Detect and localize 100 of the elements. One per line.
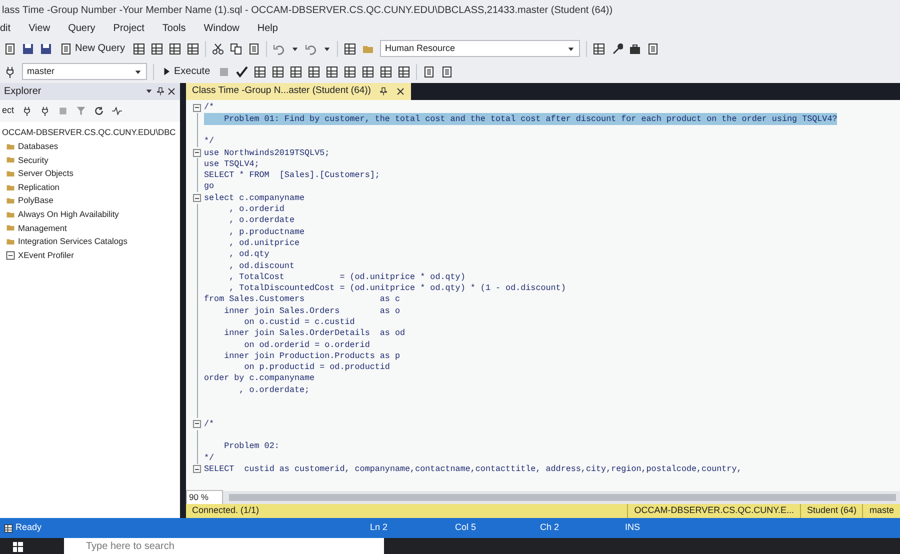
- connection-status: Connected. (1/1): [191, 504, 260, 518]
- caret-icon: [134, 68, 142, 76]
- code-line[interactable]: , o.orderdate;: [204, 384, 310, 396]
- new-file-icon[interactable]: [4, 42, 16, 54]
- checkmark-icon[interactable]: [236, 66, 248, 78]
- menu-item[interactable]: Window: [204, 21, 240, 37]
- code-line[interactable]: , p.productname: [204, 226, 305, 238]
- save-icon[interactable]: [22, 42, 34, 54]
- toolbox-icon[interactable]: [629, 42, 642, 54]
- pin-icon[interactable]: [378, 87, 388, 96]
- tree-item[interactable]: Replication: [18, 180, 60, 194]
- grid-icon[interactable]: [362, 66, 374, 78]
- document-icon: [60, 42, 72, 54]
- menu-item[interactable]: Query: [68, 21, 96, 37]
- new-query-button[interactable]: New Query: [58, 41, 128, 56]
- grid-icon[interactable]: [398, 66, 410, 78]
- grid-icon[interactable]: [254, 66, 266, 78]
- code-line[interactable]: from Sales.Customers as c: [204, 293, 400, 306]
- database-combo[interactable]: master: [22, 63, 147, 80]
- caret-icon[interactable]: [291, 44, 300, 52]
- grid-icon[interactable]: [272, 66, 284, 78]
- fold-icon[interactable]: [193, 148, 201, 157]
- grid-icon[interactable]: [290, 66, 302, 78]
- grid-icon[interactable]: [344, 66, 356, 78]
- caret-icon: [567, 44, 576, 52]
- code-line[interactable]: go: [204, 180, 214, 194]
- code-line[interactable]: Problem 02:: [204, 440, 280, 453]
- copy-icon[interactable]: [230, 42, 242, 54]
- code-line[interactable]: /*: [204, 418, 214, 430]
- document-tab[interactable]: Class Time -Group N...aster (Student (64)): [186, 83, 411, 100]
- menu-item[interactable]: Project: [113, 21, 144, 37]
- code-line[interactable]: */: [204, 135, 214, 148]
- fold-icon[interactable]: [193, 194, 201, 202]
- code-line[interactable]: , od.qty: [204, 248, 270, 261]
- code-line[interactable]: , od.unitprice: [204, 236, 300, 250]
- code-line[interactable]: on p.productid = od.productid: [204, 361, 390, 374]
- code-line[interactable]: select c.companyname: [204, 192, 305, 204]
- fold-icon[interactable]: [193, 465, 201, 474]
- code-line[interactable]: use Northwinds2019TSQLV5;: [204, 146, 330, 160]
- tree-item[interactable]: PolyBase: [18, 194, 54, 208]
- menu-item[interactable]: View: [28, 21, 50, 37]
- connect-icon[interactable]: [4, 66, 16, 78]
- fold-icon[interactable]: [193, 420, 201, 428]
- scissors-icon[interactable]: [212, 42, 224, 54]
- zoom-combo[interactable]: 90 %: [186, 490, 224, 505]
- grid-icon[interactable]: [308, 66, 320, 78]
- code-line[interactable]: use TSQLV4;: [204, 158, 260, 170]
- code-line[interactable]: */: [204, 452, 214, 464]
- status-char: Ch 2: [540, 521, 560, 534]
- code-line[interactable]: , o.orderid: [204, 203, 284, 216]
- code-line[interactable]: , o.orderdate: [204, 214, 294, 227]
- tree-item[interactable]: XEvent Profiler: [18, 248, 74, 262]
- code-line[interactable]: , TotalCost = (od.unitprice * od.qty): [204, 270, 466, 284]
- fold-icon[interactable]: [193, 104, 201, 112]
- execute-button[interactable]: Execute: [160, 64, 212, 79]
- code-line[interactable]: SELECT custid as customerid, companyname,contactname,contacttitle, address,city,region,postalcode,country,: [204, 462, 742, 476]
- refresh-icon[interactable]: [94, 106, 104, 116]
- solution-combo[interactable]: Human Resource: [380, 40, 580, 57]
- search-field[interactable]: Type here to search: [64, 538, 384, 554]
- tree-item[interactable]: Integration Services Catalogs: [18, 235, 128, 248]
- code-line[interactable]: /*: [204, 101, 214, 114]
- activity-icon[interactable]: [112, 106, 122, 116]
- filter-icon[interactable]: [76, 106, 86, 116]
- menu-item[interactable]: Tools: [162, 21, 186, 37]
- caret-icon[interactable]: [145, 87, 153, 95]
- menu-item[interactable]: dit: [0, 21, 11, 37]
- close-icon[interactable]: [396, 87, 405, 96]
- status-text: Ready: [16, 521, 42, 534]
- code-line[interactable]: , TotalDiscountedCost = (od.unitprice * od.qty) * (1 - od.discount): [204, 282, 566, 295]
- code-line[interactable]: inner join Production.Products as p: [204, 350, 400, 362]
- code-line[interactable]: order by c.companyname: [204, 372, 315, 386]
- code-line[interactable]: , od.discount: [204, 260, 294, 272]
- undo-icon[interactable]: [273, 42, 286, 54]
- menu-item[interactable]: Help: [257, 21, 278, 37]
- tree-item[interactable]: Server Objects: [18, 167, 74, 180]
- code-line[interactable]: inner join Sales.OrderDetails as od: [204, 327, 406, 340]
- connect-button[interactable]: ect: [2, 104, 14, 118]
- horizontal-scrollbar[interactable]: [229, 494, 896, 501]
- grid-icon[interactable]: [326, 66, 338, 78]
- windows-logo-icon[interactable]: [12, 541, 24, 554]
- code-line[interactable]: SELECT * FROM [Sales].[Customers];: [204, 169, 380, 182]
- tree-item[interactable]: Databases: [18, 140, 58, 153]
- code-line[interactable]: on o.custid = c.custid: [204, 316, 355, 329]
- grid-icon[interactable]: [380, 66, 392, 78]
- tree-item[interactable]: Security: [18, 154, 48, 166]
- code-line[interactable]: on od.orderid = o.orderid: [204, 338, 370, 352]
- close-icon[interactable]: [167, 87, 176, 96]
- status-line: Ln 2: [370, 521, 389, 534]
- caret-icon[interactable]: [323, 44, 332, 52]
- plug-icon[interactable]: [22, 106, 32, 116]
- status-column: Col 5: [455, 521, 540, 535]
- play-icon: [162, 67, 171, 76]
- pin-icon[interactable]: [156, 87, 164, 96]
- save-all-icon[interactable]: [40, 42, 52, 54]
- tree-item[interactable]: OCCAM-DBSERVER.CS.QC.CUNY.EDU\DBC: [2, 126, 176, 140]
- tree-item[interactable]: Always On High Availability: [18, 208, 119, 221]
- status-mode: INS: [625, 521, 642, 534]
- grid-icon[interactable]: [344, 42, 356, 54]
- code-line[interactable]: inner join Sales.Orders as o: [204, 304, 400, 318]
- tree-item[interactable]: Management: [18, 222, 67, 234]
